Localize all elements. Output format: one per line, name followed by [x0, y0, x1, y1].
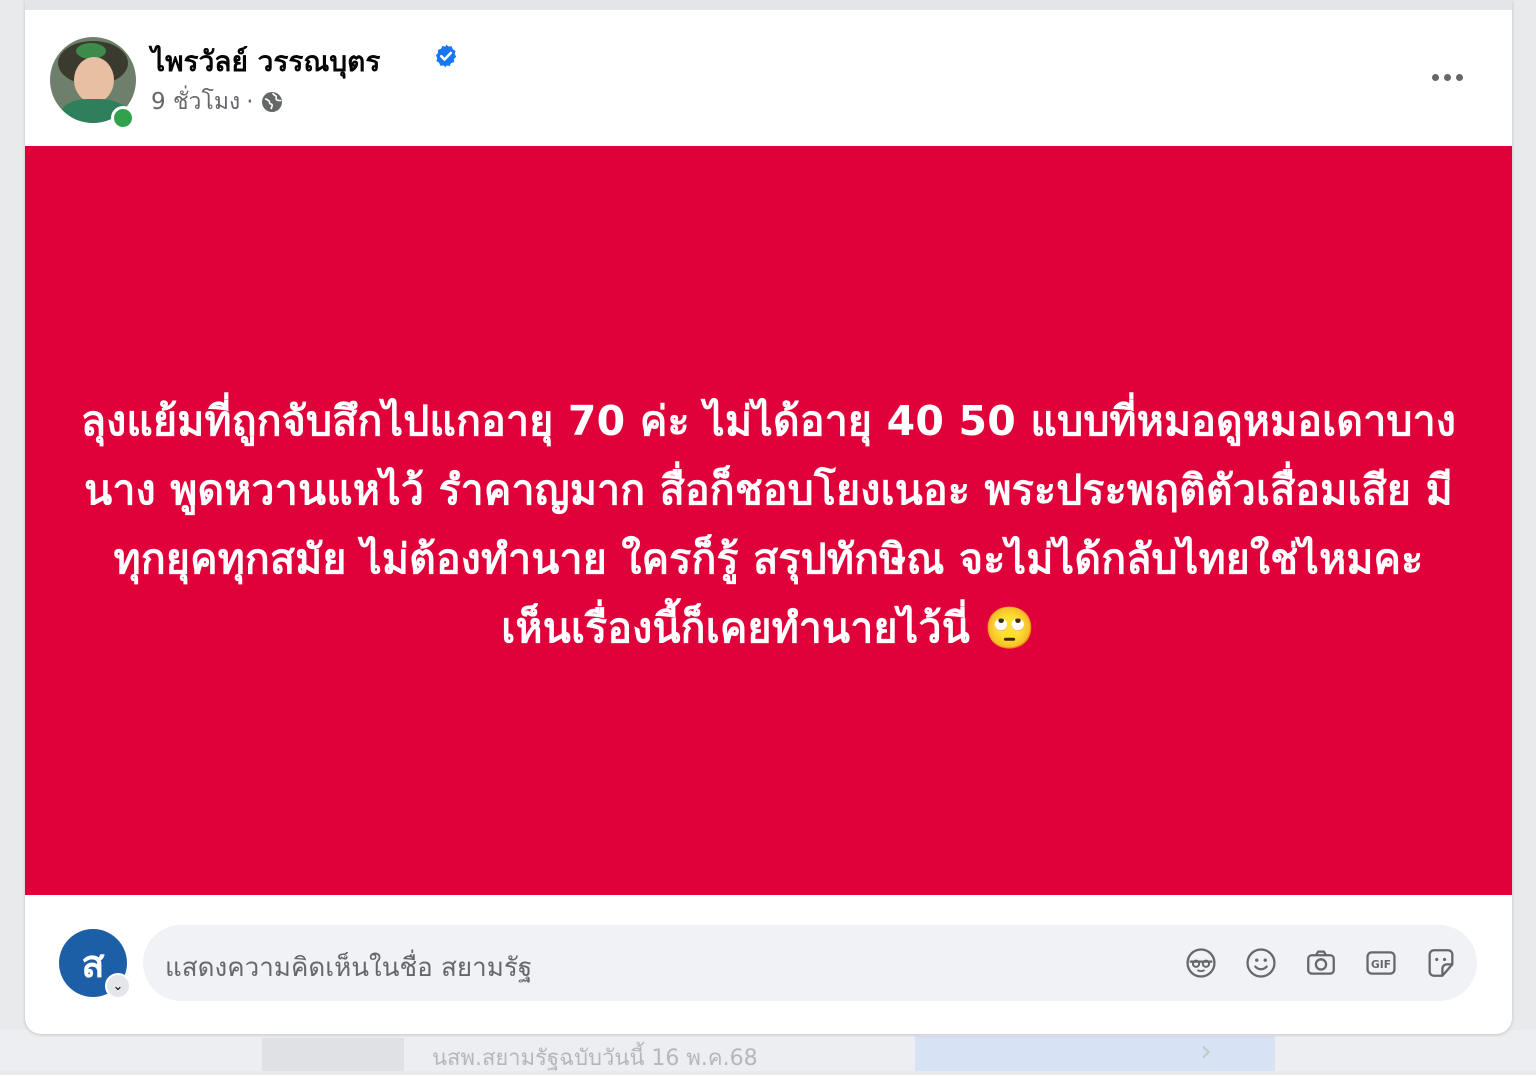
background-post-caption: นสพ.สยามรัฐฉบับวันนี้ 16 พ.ค.68 — [432, 1046, 758, 1071]
card-top-border — [25, 0, 1512, 10]
globe-icon[interactable] — [260, 90, 284, 114]
author-name-link[interactable]: ไพรวัลย์ วรรณบุตร — [151, 40, 380, 84]
post-header: ไพรวัลย์ วรรณบุตร 9 ชั่วโมง · — [25, 10, 1512, 146]
post-card: ไพรวัลย์ วรรณบุตร 9 ชั่วโมง · ลุงแย้มที่… — [25, 0, 1512, 1034]
comment-placeholder: แสดงความคิดเห็นในชื่อ สยามรัฐ — [165, 953, 533, 983]
feed-background — [0, 1030, 1536, 1071]
background-image — [915, 1036, 1275, 1071]
online-status-icon — [111, 106, 135, 130]
chevron-right-icon: › — [1200, 1034, 1212, 1069]
commenter-avatar-letter: ส — [81, 941, 105, 986]
gif-label: GIF — [1371, 958, 1391, 971]
comment-toolbar: GIF — [1183, 945, 1459, 981]
post-text-background: ลุงแย้มที่ถูกจับสึกไปแกอายุ 70 ค่ะ ไม่ได… — [25, 146, 1512, 895]
comment-composer: ส ⌄ แสดงความคิดเห็นในชื่อ สยามรัฐ GIF — [25, 895, 1512, 1034]
camera-icon[interactable] — [1303, 945, 1339, 981]
sticker-icon[interactable] — [1423, 945, 1459, 981]
post-text: ลุงแย้มที่ถูกจับสึกไปแกอายุ 70 ค่ะ ไม่ได… — [80, 396, 1457, 652]
more-options-button[interactable] — [1423, 62, 1471, 92]
chevron-down-icon[interactable]: ⌄ — [105, 973, 131, 999]
emoji-icon[interactable] — [1243, 945, 1279, 981]
comment-input[interactable]: แสดงความคิดเห็นในชื่อ สยามรัฐ GIF — [143, 925, 1477, 1001]
background-thumbnail — [262, 1038, 404, 1071]
more-options-icon — [1431, 73, 1439, 81]
post-meta: 9 ชั่วโมง · — [151, 84, 284, 120]
meta-separator: · — [246, 89, 254, 115]
gif-icon[interactable]: GIF — [1363, 945, 1399, 981]
post-time-link[interactable]: 9 ชั่วโมง — [151, 84, 240, 120]
avatar-sticker-icon[interactable] — [1183, 945, 1219, 981]
verified-badge-icon — [435, 44, 457, 68]
